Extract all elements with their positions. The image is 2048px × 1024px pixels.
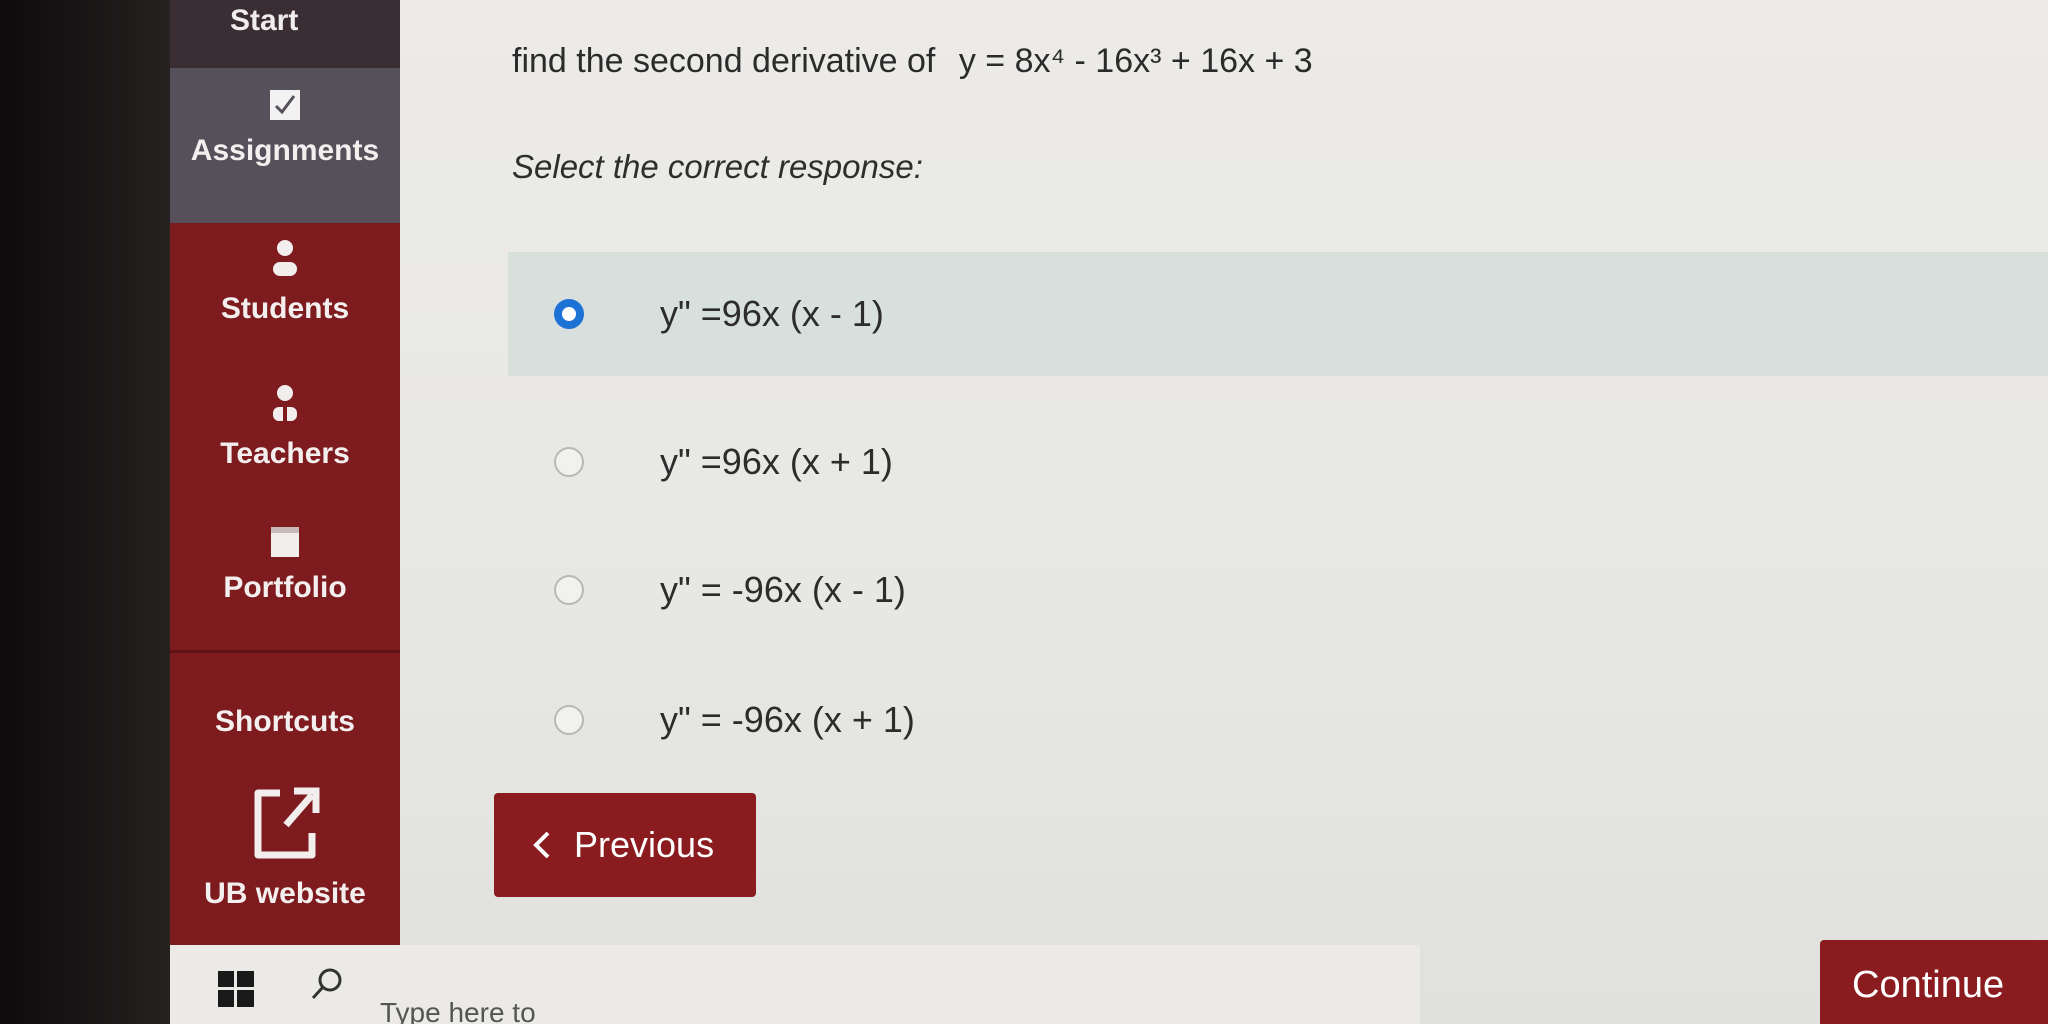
previous-button-label: Previous [574,824,715,865]
radio-button[interactable] [554,575,584,605]
teacher-icon [273,385,297,421]
sidebar-item-label: Assignments [190,134,380,167]
sidebar-item-label: Students [220,292,350,325]
checkbox-icon [270,90,300,120]
sidebar-item-assignments[interactable]: Assignments [170,68,400,223]
answer-option-2[interactable]: y" =96x (x + 1) [508,400,2048,524]
monitor-bezel [0,0,170,1024]
answer-option-text: y" =96x (x + 1) [660,441,893,482]
continue-button[interactable]: Continue [1820,940,2048,1024]
sidebar-start-area[interactable]: Start [170,0,400,68]
sidebar-divider [170,650,400,653]
sidebar-item-ub-website[interactable]: UB website [170,785,400,911]
taskbar: Type here to [170,945,1420,1024]
sidebar-item-label: Teachers [220,437,350,470]
chevron-left-icon [533,831,550,859]
question-equation: y = 8x⁴ - 16x³ + 16x + 3 [958,42,1313,80]
start-label: Start [230,4,299,37]
sidebar-section-label: Shortcuts [214,705,355,738]
previous-button[interactable]: Previous [494,793,756,897]
continue-button-label: Continue [1852,963,2005,1006]
taskbar-search-input[interactable]: Type here to [380,997,536,1024]
external-link-icon [254,787,320,859]
person-icon [273,240,297,276]
portfolio-icon [271,527,299,557]
answer-option-text: y" = -96x (x - 1) [660,569,906,610]
sidebar-item-portfolio[interactable]: Portfolio [170,525,400,605]
answer-option-1[interactable]: y" =96x (x - 1) [508,252,2048,376]
shortcuts-heading: Shortcuts [170,705,400,739]
sidebar: Start Assignments Students Teachers Port… [170,0,400,945]
search-icon[interactable] [310,967,344,1001]
radio-button-selected[interactable] [554,299,584,329]
question-text: find the second derivative of y = 8x⁴ - … [512,42,1313,81]
sidebar-item-label: Portfolio [223,571,347,604]
radio-button[interactable] [554,447,584,477]
question-prompt: find the second derivative of [512,42,936,80]
radio-button[interactable] [554,705,584,735]
windows-start-icon[interactable] [218,971,254,1007]
answer-option-3[interactable]: y" = -96x (x - 1) [508,528,2048,652]
answer-option-text: y" = -96x (x + 1) [660,699,915,740]
answer-option-4[interactable]: y" = -96x (x + 1) [508,658,2048,782]
question-panel: find the second derivative of y = 8x⁴ - … [400,0,2048,1024]
sidebar-item-label: UB website [204,877,366,910]
sidebar-item-teachers[interactable]: Teachers [170,383,400,471]
instruction-text: Select the correct response: [512,148,923,185]
answer-option-text: y" =96x (x - 1) [660,293,884,334]
sidebar-item-students[interactable]: Students [170,238,400,326]
